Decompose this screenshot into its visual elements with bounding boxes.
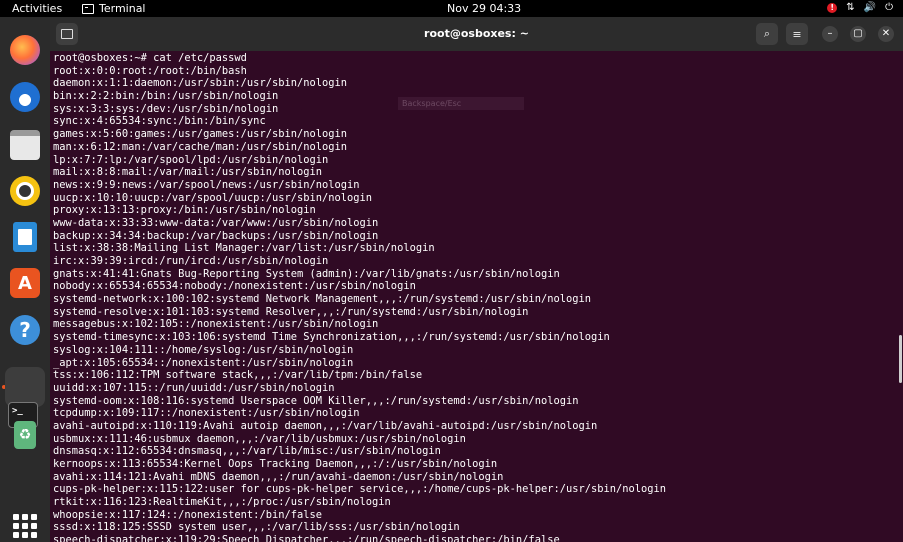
- terminal-line: _apt:x:105:65534::/nonexistent:/usr/sbin…: [53, 356, 354, 369]
- top-bar: Activities Terminal Nov 29 04:33 ! ⇅ 🔊 ⏻: [0, 0, 903, 17]
- terminal-line: sync:x:4:65534:sync:/bin:/bin/sync: [53, 115, 266, 128]
- firefox-icon: [10, 35, 40, 65]
- minimize-icon: –: [827, 28, 833, 39]
- dock-item-trash[interactable]: ♻: [5, 415, 45, 455]
- volume-icon[interactable]: 🔊: [864, 2, 876, 13]
- terminal-line: systemd-resolve:x:101:103:systemd Resolv…: [53, 305, 529, 318]
- terminal-line: tss:x:106:112:TPM software stack,,,:/var…: [53, 369, 423, 382]
- menu-button[interactable]: ≡: [786, 23, 808, 45]
- terminal-line: systemd-oom:x:108:116:systemd Userspace …: [53, 394, 579, 407]
- terminal-line: games:x:5:60:games:/usr/games:/usr/sbin/…: [53, 128, 348, 141]
- trash-icon: ♻: [14, 421, 36, 449]
- terminal-line: uucp:x:10:10:uucp:/var/spool/uucp:/usr/s…: [53, 191, 373, 204]
- terminal-output[interactable]: root@osboxes:~# cat /etc/passwd root:x:0:…: [53, 52, 888, 542]
- maximize-icon: ▢: [853, 28, 863, 39]
- thunderbird-icon: [10, 82, 40, 112]
- files-icon: [10, 130, 40, 160]
- dock-item-rhythmbox[interactable]: [5, 171, 45, 211]
- terminal-window: root@osboxes: ~ ⌕ ≡ – ▢ ✕ root@osboxes:~…: [50, 17, 903, 542]
- header-bar: root@osboxes: ~ ⌕ ≡ – ▢ ✕: [50, 17, 903, 51]
- activities-button[interactable]: Activities: [12, 2, 62, 15]
- libreoffice-writer-icon: [13, 222, 37, 252]
- dock-item-writer[interactable]: [5, 217, 45, 257]
- terminal-line: man:x:6:12:man:/var/cache/man:/usr/sbin/…: [53, 140, 348, 153]
- terminal-line: systemd-timesync:x:103:106:systemd Time …: [53, 331, 610, 344]
- terminal-line: backup:x:34:34:backup:/var/backups:/usr/…: [53, 229, 379, 242]
- dock: A ? >_ ♻: [0, 17, 50, 542]
- terminal-line: mail:x:8:8:mail:/var/mail:/usr/sbin/nolo…: [53, 166, 322, 179]
- terminal-line: proxy:x:13:13:proxy:/bin:/usr/sbin/nolog…: [53, 204, 316, 217]
- close-button[interactable]: ✕: [878, 26, 894, 42]
- terminal-line: kernoops:x:113:65534:Kernel Oops Trackin…: [53, 458, 498, 470]
- alert-icon[interactable]: !: [827, 2, 838, 13]
- network-icon[interactable]: ⇅: [846, 2, 854, 13]
- terminal-line: tcpdump:x:109:117::/nonexistent:/usr/sbi…: [53, 407, 360, 420]
- terminal-line: messagebus:x:102:105::/nonexistent:/usr/…: [53, 318, 379, 331]
- dock-item-files[interactable]: [5, 125, 45, 165]
- power-icon[interactable]: ⏻: [885, 2, 893, 13]
- terminal-line: cups-pk-helper:x:115:122:user for cups-p…: [53, 483, 667, 496]
- terminal-line: avahi-autoipd:x:110:119:Avahi autoip dae…: [53, 419, 598, 432]
- search-icon: ⌕: [763, 27, 771, 40]
- dock-item-firefox[interactable]: [5, 30, 45, 70]
- app-menu-label: Terminal: [99, 2, 146, 15]
- terminal-line: nobody:x:65534:65534:nobody:/nonexistent…: [53, 280, 416, 293]
- terminal-line: list:x:38:38:Mailing List Manager:/var/l…: [53, 242, 435, 255]
- help-icon: ?: [10, 315, 40, 345]
- terminal-line: gnats:x:41:41:Gnats Bug-Reporting System…: [53, 267, 560, 280]
- terminal-app-icon: [82, 3, 94, 14]
- close-icon: ✕: [881, 28, 891, 39]
- maximize-button[interactable]: ▢: [850, 26, 866, 42]
- clock[interactable]: Nov 29 04:33: [447, 2, 521, 15]
- search-button[interactable]: ⌕: [756, 23, 778, 45]
- dock-item-help[interactable]: ?: [5, 310, 45, 350]
- terminal-line: usbmux:x:111:46:usbmux daemon,,,:/var/li…: [53, 432, 466, 445]
- scrollbar-thumb[interactable]: [899, 335, 902, 383]
- app-menu[interactable]: Terminal: [82, 2, 146, 15]
- terminal-line: lp:x:7:7:lp:/var/spool/lpd:/usr/sbin/nol…: [53, 153, 329, 166]
- terminal-line: uuidd:x:107:115::/run/uuidd:/usr/sbin/no…: [53, 381, 335, 394]
- terminal-line: systemd-network:x:100:102:systemd Networ…: [53, 293, 591, 306]
- terminal-line: www-data:x:33:33:www-data:/var/www:/usr/…: [53, 216, 379, 229]
- ubuntu-software-icon: A: [10, 268, 40, 298]
- show-apps-icon[interactable]: [13, 514, 37, 538]
- terminal-line: root@osboxes:~# cat /etc/passwd: [53, 52, 247, 64]
- minimize-button[interactable]: –: [822, 26, 838, 42]
- dock-item-terminal[interactable]: >_: [5, 367, 45, 428]
- rhythmbox-icon: [10, 176, 40, 206]
- terminal-line: speech-dispatcher:x:119:29:Speech Dispat…: [53, 534, 560, 542]
- terminal-line: irc:x:39:39:ircd:/run/ircd:/usr/sbin/nol…: [53, 255, 329, 267]
- system-tray[interactable]: ! ⇅ 🔊 ⏻: [827, 2, 893, 13]
- dock-item-software[interactable]: A: [5, 263, 45, 303]
- terminal-line: avahi:x:114:121:Avahi mDNS daemon,,,:/ru…: [53, 470, 504, 483]
- dock-item-thunderbird[interactable]: [5, 77, 45, 117]
- ghost-overlay: Backspace/Esc: [398, 97, 524, 110]
- terminal-line: whoopsie:x:117:124::/nonexistent:/bin/fa…: [53, 508, 322, 521]
- terminal-line: syslog:x:104:111::/home/syslog:/usr/sbin…: [53, 343, 354, 356]
- hamburger-menu-icon: ≡: [792, 27, 802, 41]
- terminal-line: daemon:x:1:1:daemon:/usr/sbin:/usr/sbin/…: [53, 77, 348, 90]
- terminal-line: news:x:9:9:news:/var/spool/news:/usr/sbi…: [53, 178, 360, 191]
- terminal-line: sssd:x:118:125:SSSD system user,,,:/var/…: [53, 521, 460, 534]
- terminal-line: root:x:0:0:root:/root:/bin/bash: [53, 64, 247, 77]
- terminal-line: rtkit:x:116:123:RealtimeKit,,,:/proc:/us…: [53, 496, 391, 509]
- terminal-line: dnsmasq:x:112:65534:dnsmasq,,,:/var/lib/…: [53, 445, 441, 458]
